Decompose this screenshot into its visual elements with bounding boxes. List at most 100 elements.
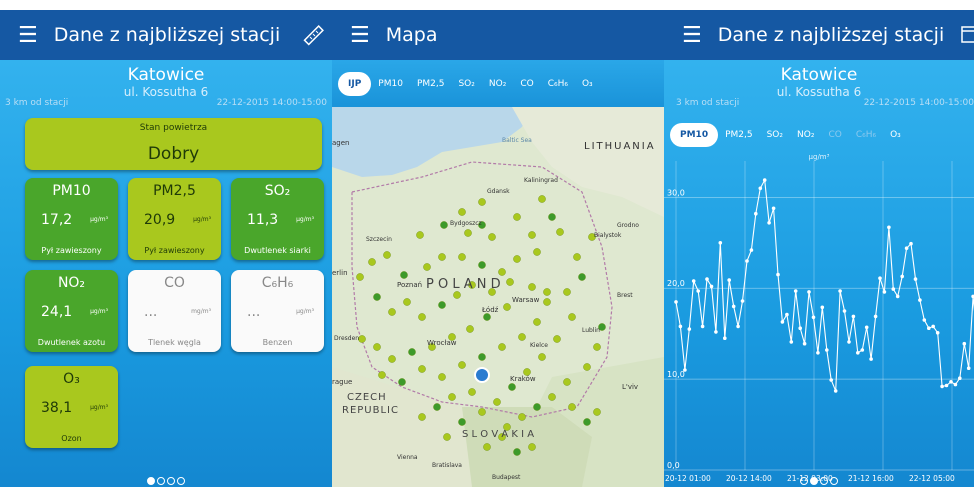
station-marker[interactable] — [458, 253, 466, 261]
data-point[interactable] — [833, 389, 838, 393]
station-marker[interactable] — [373, 343, 381, 351]
data-point[interactable] — [767, 221, 771, 225]
tab-pm10[interactable]: PM10 — [371, 79, 410, 89]
tab-co[interactable]: CO — [513, 79, 540, 89]
station-marker[interactable] — [388, 355, 396, 363]
station-marker[interactable] — [568, 403, 576, 411]
data-point[interactable] — [762, 178, 767, 182]
station-marker[interactable] — [578, 273, 586, 281]
data-point[interactable] — [864, 325, 869, 330]
station-marker[interactable] — [438, 253, 446, 261]
pm10-tile[interactable]: PM10 17,2 μg/m³ Pył zawieszony — [25, 178, 118, 260]
station-marker[interactable] — [543, 298, 551, 306]
data-point[interactable] — [807, 290, 811, 294]
data-point[interactable] — [816, 351, 820, 355]
station-marker[interactable] — [528, 283, 536, 291]
calendar-icon[interactable] — [960, 24, 974, 48]
data-point[interactable] — [922, 318, 927, 322]
station-marker[interactable] — [403, 298, 411, 306]
data-point[interactable] — [771, 206, 776, 211]
tab-ijp[interactable]: IJP — [338, 72, 372, 96]
tab-so2[interactable]: SO₂ — [451, 79, 481, 89]
data-point[interactable] — [900, 274, 904, 279]
tab-o3[interactable]: O₃ — [883, 130, 908, 140]
data-point[interactable] — [678, 324, 683, 329]
data-point[interactable] — [944, 383, 949, 388]
data-point[interactable] — [723, 336, 727, 340]
data-point[interactable] — [927, 326, 931, 330]
station-marker[interactable] — [493, 398, 501, 406]
data-point[interactable] — [793, 289, 798, 293]
data-point[interactable] — [847, 340, 851, 344]
data-point[interactable] — [931, 324, 935, 329]
station-marker[interactable] — [440, 221, 448, 229]
data-point[interactable] — [851, 314, 856, 319]
station-marker[interactable] — [448, 393, 456, 401]
station-marker[interactable] — [563, 288, 571, 296]
station-marker[interactable] — [478, 198, 486, 206]
station-marker[interactable] — [416, 231, 424, 239]
data-point[interactable] — [727, 278, 731, 282]
data-point[interactable] — [811, 315, 816, 320]
data-point[interactable] — [869, 357, 873, 361]
ruler-icon[interactable] — [302, 25, 324, 51]
data-point[interactable] — [789, 340, 794, 344]
station-marker[interactable] — [400, 271, 408, 279]
station-marker[interactable] — [553, 335, 561, 343]
current-location-marker[interactable] — [474, 367, 490, 383]
station-marker[interactable] — [498, 268, 506, 276]
data-point[interactable] — [785, 312, 789, 317]
station-marker[interactable] — [543, 288, 551, 296]
data-point[interactable] — [829, 378, 833, 382]
station-marker[interactable] — [498, 343, 506, 351]
station-marker[interactable] — [593, 408, 601, 416]
station-marker[interactable] — [548, 213, 556, 221]
station-marker[interactable] — [356, 273, 364, 281]
data-point[interactable] — [745, 259, 749, 263]
hamburger-menu-icon[interactable]: ☰ — [18, 23, 38, 48]
data-point[interactable] — [736, 324, 740, 329]
tab-pm25[interactable]: PM2,5 — [718, 130, 760, 140]
data-point[interactable] — [740, 299, 745, 303]
data-point[interactable] — [882, 290, 887, 294]
station-marker[interactable] — [483, 443, 491, 451]
so2-tile[interactable]: SO₂ 11,3 μg/m³ Dwutlenek siarki — [231, 178, 324, 260]
data-point[interactable] — [935, 331, 940, 335]
station-marker[interactable] — [518, 333, 526, 341]
station-marker[interactable] — [438, 373, 446, 381]
data-point[interactable] — [802, 341, 807, 346]
station-marker[interactable] — [373, 293, 381, 301]
station-marker[interactable] — [368, 258, 376, 266]
station-marker[interactable] — [418, 413, 426, 421]
co-tile[interactable]: CO ... mg/m³ Tlenek węgla — [128, 270, 221, 352]
tab-pm25[interactable]: PM2,5 — [410, 79, 452, 89]
station-marker[interactable] — [418, 313, 426, 321]
data-point[interactable] — [683, 368, 687, 372]
o3-tile[interactable]: O₃ 38,1 μg/m³ Ozon — [25, 366, 118, 448]
station-marker[interactable] — [378, 371, 386, 379]
station-marker[interactable] — [423, 263, 431, 271]
station-marker[interactable] — [383, 251, 391, 259]
tab-co[interactable]: CO — [821, 130, 848, 140]
data-point[interactable] — [838, 289, 842, 293]
station-marker[interactable] — [556, 228, 564, 236]
station-marker[interactable] — [478, 408, 486, 416]
station-marker[interactable] — [533, 248, 541, 256]
station-marker[interactable] — [458, 208, 466, 216]
data-point[interactable] — [873, 314, 878, 319]
data-point[interactable] — [962, 341, 967, 346]
station-marker[interactable] — [408, 348, 416, 356]
data-point[interactable] — [731, 304, 736, 309]
data-point[interactable] — [749, 248, 754, 252]
station-marker[interactable] — [466, 325, 474, 333]
hamburger-menu-icon[interactable]: ☰ — [350, 23, 370, 48]
data-point[interactable] — [705, 277, 709, 281]
station-marker[interactable] — [458, 418, 466, 426]
station-marker[interactable] — [483, 313, 491, 321]
data-point[interactable] — [891, 287, 896, 291]
data-point[interactable] — [825, 348, 829, 352]
data-point[interactable] — [878, 276, 882, 280]
station-marker[interactable] — [478, 353, 486, 361]
tab-so2[interactable]: SO₂ — [760, 130, 790, 140]
station-marker[interactable] — [478, 261, 486, 269]
